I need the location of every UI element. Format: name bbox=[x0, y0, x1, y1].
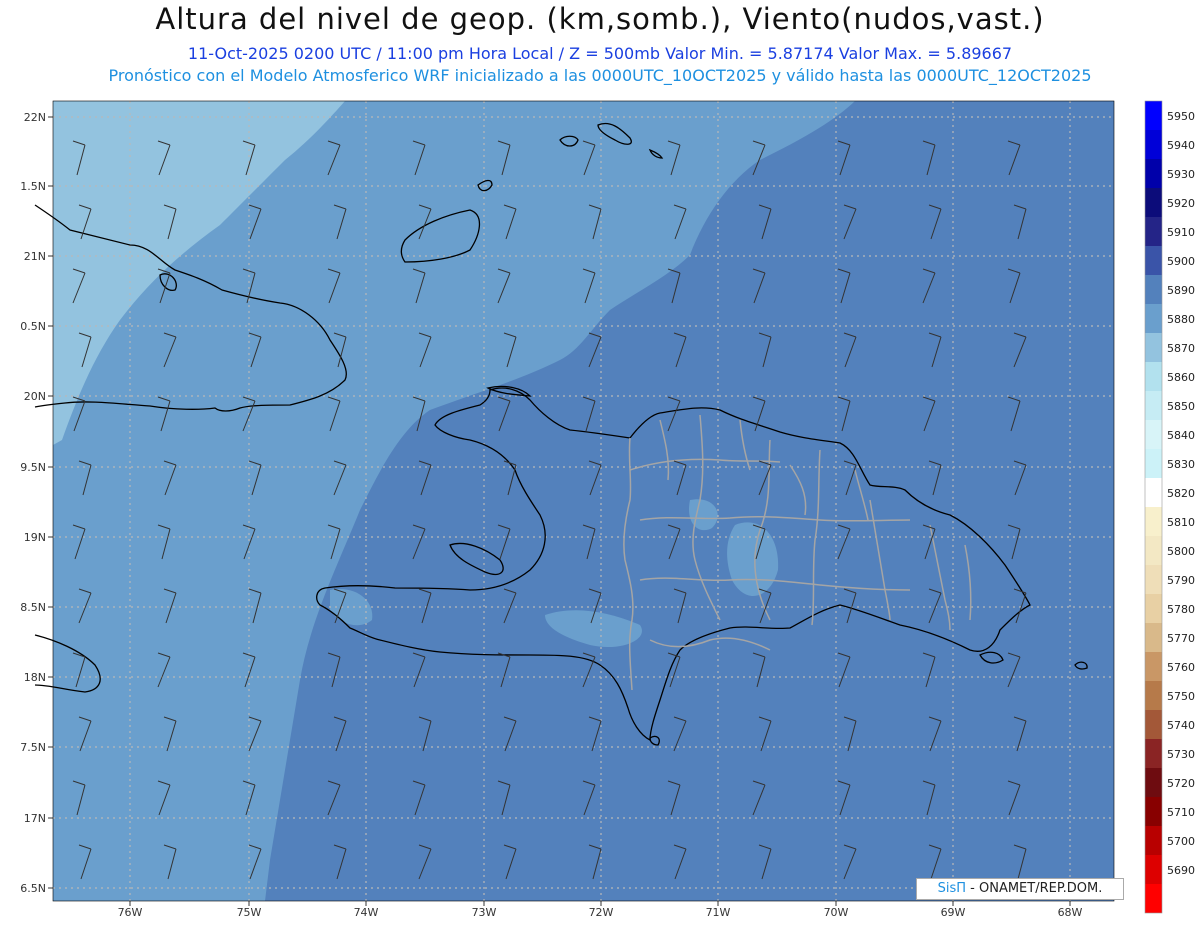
colorbar-label: 5870 bbox=[1167, 342, 1195, 355]
credit-text: - ONAMET/REP.DOM. bbox=[970, 881, 1103, 896]
lon-label: 70W bbox=[824, 906, 849, 919]
colorbar-label: 5770 bbox=[1167, 632, 1195, 645]
lat-label: 20N bbox=[24, 390, 46, 403]
lon-label: 68W bbox=[1058, 906, 1083, 919]
latitude-labels: 22N 1.5N 21N 0.5N 20N 9.5N 19N 8.5N 18N 7.5N 17N 6.… bbox=[20, 111, 53, 895]
colorbar-swatch bbox=[1145, 826, 1162, 855]
colorbar-swatch bbox=[1145, 768, 1162, 797]
colorbar-label: 5920 bbox=[1167, 197, 1195, 210]
colorbar-swatch bbox=[1145, 101, 1162, 130]
forecast-map: 22N 1.5N 21N 0.5N 20N 9.5N 19N 8.5N 18N 7.5N 17N 6.… bbox=[20, 100, 1195, 919]
colorbar-swatch bbox=[1145, 855, 1162, 884]
colorbar-swatch bbox=[1145, 391, 1162, 420]
colorbar-swatch bbox=[1145, 217, 1162, 246]
colorbar-label: 5880 bbox=[1167, 313, 1195, 326]
colorbar-swatch bbox=[1145, 507, 1162, 536]
colorbar-swatch bbox=[1145, 797, 1162, 826]
colorbar-label: 5760 bbox=[1167, 661, 1195, 674]
colorbar-label: 5780 bbox=[1167, 603, 1195, 616]
colorbar-swatch bbox=[1145, 275, 1162, 304]
colorbar-label: 5710 bbox=[1167, 806, 1195, 819]
colorbar-swatch bbox=[1145, 884, 1162, 913]
colorbar-swatch bbox=[1145, 478, 1162, 507]
lat-label: 17N bbox=[24, 812, 46, 825]
lat-label: 9.5N bbox=[20, 461, 46, 474]
colorbar-label: 5820 bbox=[1167, 487, 1195, 500]
colorbar-label: 5750 bbox=[1167, 690, 1195, 703]
longitude-labels: 76W 75W 74W 73W 72W 71W 70W 69W 68W bbox=[118, 901, 1083, 919]
lon-label: 76W bbox=[118, 906, 143, 919]
colorbar-label: 5730 bbox=[1167, 748, 1195, 761]
lon-label: 72W bbox=[589, 906, 614, 919]
credit-brand: SisΠ bbox=[937, 881, 967, 896]
colorbar: 5950 5940 5930 5920 5910 5900 5890 5880 5870 5860… bbox=[1144, 100, 1195, 914]
colorbar-swatch bbox=[1145, 710, 1162, 739]
colorbar-label: 5700 bbox=[1167, 835, 1195, 848]
colorbar-label: 5720 bbox=[1167, 777, 1195, 790]
colorbar-swatch bbox=[1145, 536, 1162, 565]
colorbar-label: 5930 bbox=[1167, 168, 1195, 181]
colorbar-swatch bbox=[1145, 681, 1162, 710]
colorbar-swatch bbox=[1145, 130, 1162, 159]
colorbar-swatch bbox=[1145, 246, 1162, 275]
colorbar-swatch bbox=[1145, 188, 1162, 217]
lat-label: 7.5N bbox=[20, 741, 46, 754]
colorbar-label: 5850 bbox=[1167, 400, 1195, 413]
colorbar-swatch bbox=[1145, 594, 1162, 623]
colorbar-swatch bbox=[1145, 449, 1162, 478]
lat-label: 0.5N bbox=[20, 320, 46, 333]
lon-label: 73W bbox=[472, 906, 497, 919]
colorbar-label: 5900 bbox=[1167, 255, 1195, 268]
colorbar-label: 5740 bbox=[1167, 719, 1195, 732]
lon-label: 71W bbox=[706, 906, 731, 919]
colorbar-swatch bbox=[1145, 739, 1162, 768]
lat-label: 19N bbox=[24, 531, 46, 544]
colorbar-swatch bbox=[1145, 565, 1162, 594]
lat-label: 21N bbox=[24, 250, 46, 263]
colorbar-label: 5800 bbox=[1167, 545, 1195, 558]
colorbar-label: 5860 bbox=[1167, 371, 1195, 384]
lat-label: 22N bbox=[24, 111, 46, 124]
colorbar-label: 5830 bbox=[1167, 458, 1195, 471]
colorbar-swatch bbox=[1145, 420, 1162, 449]
lat-label: 8.5N bbox=[20, 601, 46, 614]
credit-box: SisΠ - ONAMET/REP.DOM. bbox=[916, 878, 1124, 900]
colorbar-swatch bbox=[1145, 333, 1162, 362]
colorbar-label: 5810 bbox=[1167, 516, 1195, 529]
colorbar-label: 5690 bbox=[1167, 864, 1195, 877]
colorbar-label: 5910 bbox=[1167, 226, 1195, 239]
colorbar-swatch bbox=[1145, 623, 1162, 652]
colorbar-label: 5890 bbox=[1167, 284, 1195, 297]
colorbar-swatch bbox=[1145, 304, 1162, 333]
lat-label: 6.5N bbox=[20, 882, 46, 895]
colorbar-label: 5940 bbox=[1167, 139, 1195, 152]
colorbar-swatch bbox=[1145, 159, 1162, 188]
lat-label: 1.5N bbox=[20, 180, 46, 193]
lat-label: 18N bbox=[24, 671, 46, 684]
colorbar-label: 5790 bbox=[1167, 574, 1195, 587]
colorbar-label: 5950 bbox=[1167, 110, 1195, 123]
colorbar-swatch bbox=[1145, 652, 1162, 681]
colorbar-label: 5840 bbox=[1167, 429, 1195, 442]
colorbar-swatch bbox=[1145, 362, 1162, 391]
lon-label: 75W bbox=[237, 906, 262, 919]
lon-label: 74W bbox=[354, 906, 379, 919]
lon-label: 69W bbox=[941, 906, 966, 919]
